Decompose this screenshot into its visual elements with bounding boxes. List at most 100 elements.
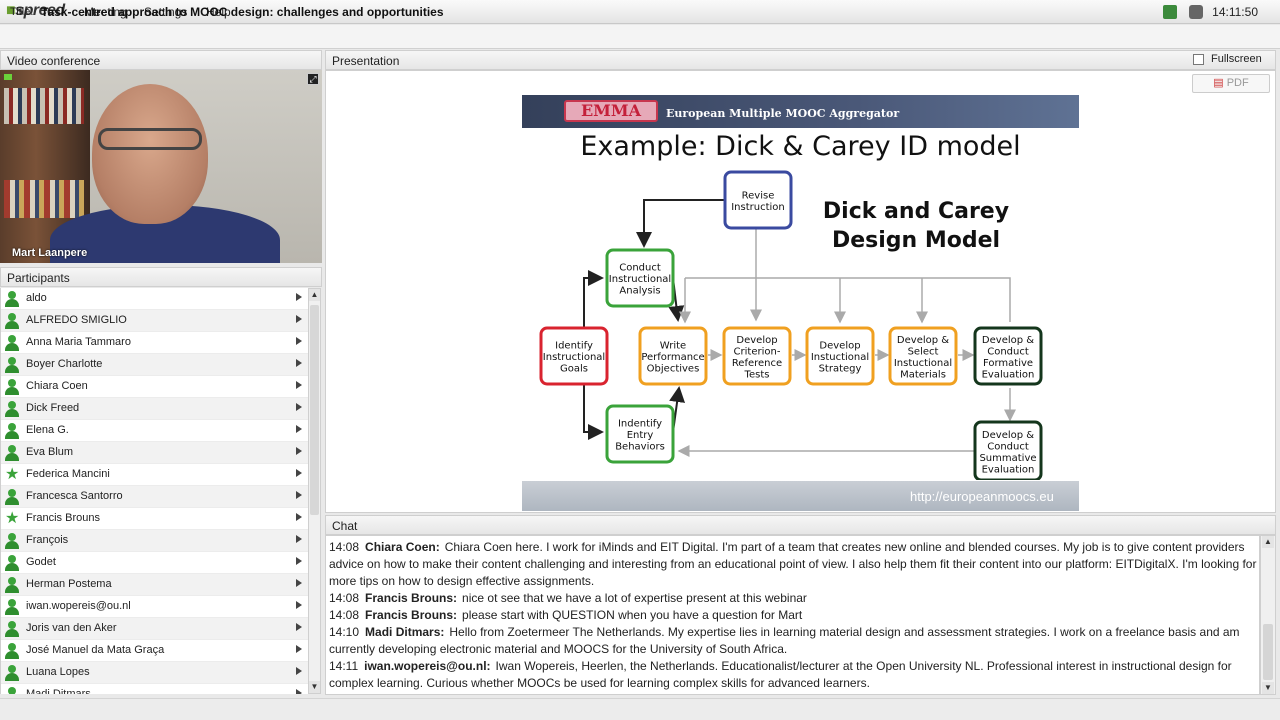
chat-scrollbar[interactable]: ▲ ▼ bbox=[1260, 535, 1276, 695]
star-icon: ★ bbox=[5, 466, 20, 483]
diagram-box-label: Indentify bbox=[618, 419, 662, 430]
expand-arrow-icon[interactable] bbox=[296, 359, 302, 367]
diagram-box-label: Strategy bbox=[819, 364, 862, 375]
expand-arrow-icon[interactable] bbox=[296, 315, 302, 323]
expand-arrow-icon[interactable] bbox=[296, 293, 302, 301]
participant-row[interactable]: Eva Blum bbox=[1, 442, 308, 464]
scroll-down-button[interactable]: ▼ bbox=[309, 681, 320, 693]
dick-carey-diagram: Dick and Carey Design Model ReviseInstru… bbox=[539, 170, 1043, 480]
chat-scroll-up-button[interactable]: ▲ bbox=[1262, 536, 1274, 548]
expand-arrow-icon[interactable] bbox=[296, 513, 302, 521]
diagram-box-label: Instructional bbox=[543, 352, 605, 363]
expand-arrow-icon[interactable] bbox=[296, 535, 302, 543]
diagram-box-label: Instuctional bbox=[894, 358, 952, 369]
diagram-box-label: Revise bbox=[742, 190, 775, 201]
pdf-icon: ▤ bbox=[1213, 77, 1227, 89]
participant-row[interactable]: ★ Francis Brouns bbox=[1, 508, 308, 530]
diagram-box-label: Develop bbox=[736, 335, 777, 346]
expand-arrow-icon[interactable] bbox=[296, 601, 302, 609]
participant-row[interactable]: François bbox=[1, 530, 308, 552]
participant-name: aldo bbox=[26, 292, 47, 304]
diagram-box-label: Conduct bbox=[619, 263, 661, 274]
expand-arrow-icon[interactable] bbox=[296, 447, 302, 455]
participant-row[interactable]: ALFREDO SMIGLIO bbox=[1, 310, 308, 332]
participant-row[interactable]: Anna Maria Tammaro bbox=[1, 332, 308, 354]
user-icon bbox=[5, 687, 19, 694]
diagram-box-label: Reference bbox=[732, 358, 782, 369]
participant-row[interactable]: Herman Postema bbox=[1, 574, 308, 596]
user-icon bbox=[5, 621, 19, 637]
expand-arrow-icon[interactable] bbox=[296, 337, 302, 345]
expand-arrow-icon[interactable] bbox=[296, 667, 302, 675]
clock: 14:11:50 bbox=[1212, 5, 1258, 19]
chat-time: 14:11 bbox=[329, 659, 359, 673]
scroll-up-button[interactable]: ▲ bbox=[309, 289, 320, 301]
participant-name: Chiara Coen bbox=[26, 380, 88, 392]
diagram-box-label: Summative bbox=[979, 453, 1036, 464]
participants-scrollbar[interactable]: ▲ ▼ bbox=[308, 288, 321, 694]
participant-row[interactable]: aldo bbox=[1, 288, 308, 310]
participant-row[interactable]: Elena G. bbox=[1, 420, 308, 442]
user-icon bbox=[5, 379, 19, 395]
diagram-box-label: Objectives bbox=[647, 364, 700, 375]
diagram-box: WritePerformanceObjectives bbox=[638, 326, 708, 386]
chat-scroll-down-button[interactable]: ▼ bbox=[1262, 682, 1274, 694]
network-status-icon[interactable] bbox=[1163, 5, 1177, 19]
user-icon bbox=[5, 423, 19, 439]
chat-time: 14:08 bbox=[329, 591, 360, 605]
diagram-box: DevelopInstuctionalStrategy bbox=[805, 326, 875, 386]
status-bar bbox=[0, 698, 1280, 720]
pdf-button[interactable]: ▤ PDF bbox=[1192, 74, 1270, 93]
chat-scroll-thumb[interactable] bbox=[1263, 624, 1273, 680]
participant-name: Francesca Santorro bbox=[26, 490, 123, 502]
diagram-box-label: Formative bbox=[983, 358, 1033, 369]
participant-row[interactable]: Madi Ditmars bbox=[1, 684, 308, 694]
user-icon bbox=[5, 533, 19, 549]
expand-arrow-icon[interactable] bbox=[296, 491, 302, 499]
expand-arrow-icon[interactable] bbox=[296, 689, 302, 694]
diagram-box-label: Develop & bbox=[897, 335, 949, 346]
participant-row[interactable]: José Manuel da Mata Graça bbox=[1, 640, 308, 662]
participant-name: François bbox=[26, 534, 69, 546]
diagram-box-label: Goals bbox=[560, 364, 588, 375]
participant-row[interactable]: Dick Freed bbox=[1, 398, 308, 420]
user-icon bbox=[5, 489, 19, 505]
expand-video-icon[interactable]: ⤢ bbox=[307, 73, 319, 85]
camera-icon bbox=[4, 74, 12, 80]
expand-arrow-icon[interactable] bbox=[296, 425, 302, 433]
participant-row[interactable]: Luana Lopes bbox=[1, 662, 308, 684]
participant-name: Boyer Charlotte bbox=[26, 358, 103, 370]
scroll-thumb[interactable] bbox=[310, 305, 319, 515]
diagram-box-label: Instructional bbox=[609, 274, 671, 285]
participant-row[interactable]: Joris van den Aker bbox=[1, 618, 308, 640]
expand-arrow-icon[interactable] bbox=[296, 557, 302, 565]
expand-arrow-icon[interactable] bbox=[296, 469, 302, 477]
expand-arrow-icon[interactable] bbox=[296, 645, 302, 653]
fullscreen-label[interactable]: Fullscreen bbox=[1211, 53, 1262, 65]
participant-name: Joris van den Aker bbox=[26, 622, 117, 634]
diagram-box-label: Evaluation bbox=[982, 369, 1035, 380]
expand-arrow-icon[interactable] bbox=[296, 623, 302, 631]
expand-arrow-icon[interactable] bbox=[296, 403, 302, 411]
expand-arrow-icon[interactable] bbox=[296, 381, 302, 389]
user-icon bbox=[5, 643, 19, 659]
model-title-line1: Dick and Carey bbox=[823, 199, 1009, 224]
participant-row[interactable]: Francesca Santorro bbox=[1, 486, 308, 508]
fullscreen-checkbox[interactable] bbox=[1193, 54, 1204, 65]
diagram-box: Develop &ConductFormativeEvaluation bbox=[973, 326, 1043, 386]
diagram-box-label: Behaviors bbox=[615, 442, 665, 453]
diagram-box: Develop &ConductSummativeEvaluation bbox=[973, 420, 1043, 480]
diagram-box-label: Evaluation bbox=[982, 464, 1035, 475]
chat-author: Francis Brouns: bbox=[365, 608, 458, 622]
participant-row[interactable]: Chiara Coen bbox=[1, 376, 308, 398]
user-icon bbox=[5, 599, 19, 615]
participant-row[interactable]: Godet bbox=[1, 552, 308, 574]
participant-row[interactable]: ★ Federica Mancini bbox=[1, 464, 308, 486]
diagram-box: IdentifyInstructionalGoals bbox=[539, 326, 609, 386]
diagram-box-label: Develop & bbox=[982, 335, 1034, 346]
expand-arrow-icon[interactable] bbox=[296, 579, 302, 587]
info-icon[interactable] bbox=[1189, 5, 1203, 19]
diagram-box-label: Develop bbox=[819, 341, 860, 352]
participant-row[interactable]: iwan.wopereis@ou.nl bbox=[1, 596, 308, 618]
participant-row[interactable]: Boyer Charlotte bbox=[1, 354, 308, 376]
